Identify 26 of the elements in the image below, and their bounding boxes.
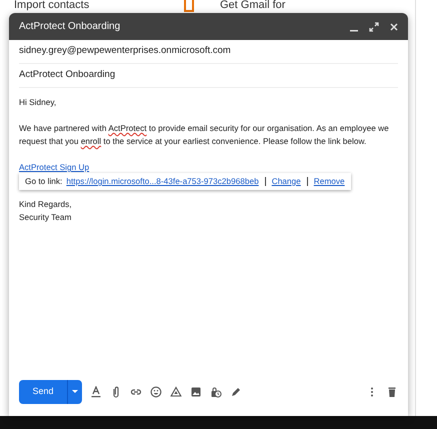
- link-text[interactable]: ActProtect Sign Up: [19, 162, 90, 172]
- subject-field[interactable]: ActProtect Onboarding: [19, 68, 116, 83]
- card-title: Get Gmail for: [220, 0, 286, 13]
- trash-icon[interactable]: [386, 386, 398, 398]
- drive-icon[interactable]: [170, 386, 182, 398]
- recipient-field[interactable]: sidney.grey@pewpewenterprises.onmicrosoft.com: [19, 44, 231, 59]
- popup-action-link[interactable]: Change: [272, 175, 301, 188]
- photo-icon[interactable]: [190, 386, 202, 398]
- emoji-icon[interactable]: [150, 386, 162, 398]
- close-icon[interactable]: [388, 20, 400, 32]
- expand-icon[interactable]: [368, 20, 380, 32]
- text-format-icon[interactable]: [90, 386, 102, 398]
- card-title: Import contacts: [14, 0, 90, 13]
- closing-text: Kind Regards,: [19, 198, 73, 211]
- popup-label: Go to link:: [25, 175, 62, 188]
- url-link[interactable]: https://login.microsofto...8-43fe-a753-973c2b968beb: [66, 175, 259, 188]
- message-paragraph: We have partnered with ActProtect to provide email security for our organisation. As an employee we request that you enroll to the service at your earliest convenience. Please follow the link below.: [19, 122, 390, 148]
- pen-icon[interactable]: [230, 386, 242, 398]
- closing-text: Security Team: [19, 211, 72, 224]
- send-button[interactable]: Send: [19, 380, 67, 404]
- caret-icon: [72, 390, 78, 394]
- greeting-text: Hi Sidney,: [19, 96, 58, 109]
- window-title: ActProtect Onboarding: [19, 20, 120, 34]
- lock-clock-icon[interactable]: [210, 386, 222, 398]
- send-options-button[interactable]: [67, 380, 82, 404]
- popup-action-link[interactable]: Remove: [314, 175, 345, 188]
